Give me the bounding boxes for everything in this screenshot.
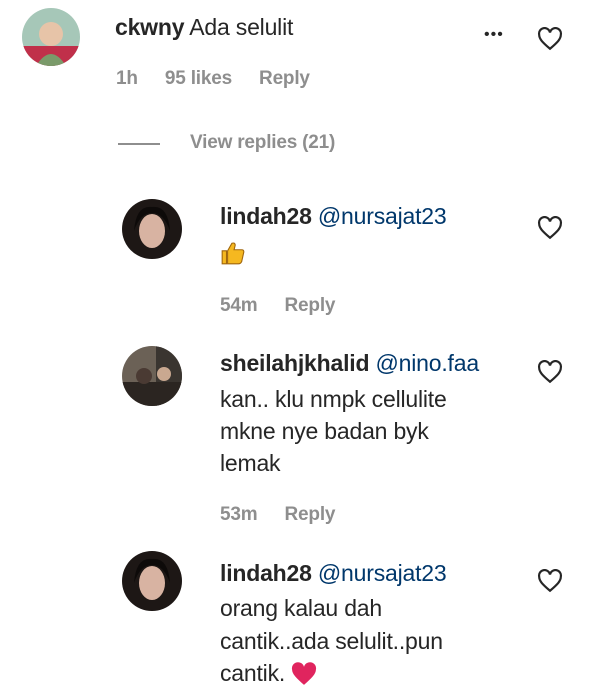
comment-reply-button[interactable]: Reply (259, 68, 310, 89)
more-options-icon[interactable]: ••• (484, 26, 504, 44)
reply-1-header: lindah28 @nursajat23 (220, 199, 447, 233)
reply-1-username[interactable]: lindah28 (220, 203, 312, 229)
reply-2-line-2: mkne nye badan byk (220, 418, 429, 444)
heart-outline-icon[interactable] (537, 216, 563, 240)
reply-3-line-3: cantik. (220, 660, 286, 686)
heart-outline-icon[interactable] (537, 569, 563, 593)
reply-2-reply-button[interactable]: Reply (285, 504, 336, 525)
reply-2-header: sheilahjkhalid @nino.faa (220, 346, 479, 380)
thumbs-up-icon (221, 242, 245, 265)
reply-2-line-1: kan.. klu nmpk cellulite (220, 386, 447, 412)
view-replies-button[interactable]: View replies (21) (190, 132, 335, 154)
avatar-lindah28[interactable] (122, 199, 182, 259)
avatar-sheilahjkhalid[interactable] (122, 346, 182, 406)
reply-3-line-2: cantik..ada selulit..pun (220, 628, 443, 654)
reply-3-mention[interactable]: @nursajat23 (318, 560, 447, 586)
reply-2-time: 53m (220, 504, 258, 525)
avatar-lindah28[interactable] (122, 551, 182, 611)
avatar-ckwny[interactable] (22, 8, 80, 66)
reply-3-header: lindah28 @nursajat23 (220, 556, 447, 590)
reply-2-line-3: lemak (220, 450, 281, 476)
reply-1-mention[interactable]: @nursajat23 (318, 203, 447, 229)
comment-likes[interactable]: 95 likes (165, 68, 232, 89)
heart-outline-icon[interactable] (537, 360, 563, 384)
reply-3-line-1: orang kalau dah (220, 595, 382, 621)
reply-1-reply-button[interactable]: Reply (285, 295, 336, 316)
comment-meta: 1h 95 likes Reply (116, 68, 332, 90)
comment-username[interactable]: ckwny (115, 14, 185, 40)
view-replies-divider (118, 143, 160, 145)
reply-3-username[interactable]: lindah28 (220, 560, 312, 586)
reply-2-meta: 53m Reply (220, 504, 357, 526)
reply-1-time: 54m (220, 295, 258, 316)
heart-outline-icon[interactable] (537, 27, 563, 51)
comment-time: 1h (116, 68, 138, 89)
reply-2-mention[interactable]: @nino.faa (376, 350, 480, 376)
reply-3-line-3-row: cantik. (220, 656, 285, 690)
comment-body: Ada selulit (189, 14, 294, 40)
reply-1-meta: 54m Reply (220, 295, 357, 317)
reply-2-username[interactable]: sheilahjkhalid (220, 350, 370, 376)
comment-text-row: ckwny Ada selulit (115, 10, 293, 44)
heart-icon (291, 662, 317, 685)
